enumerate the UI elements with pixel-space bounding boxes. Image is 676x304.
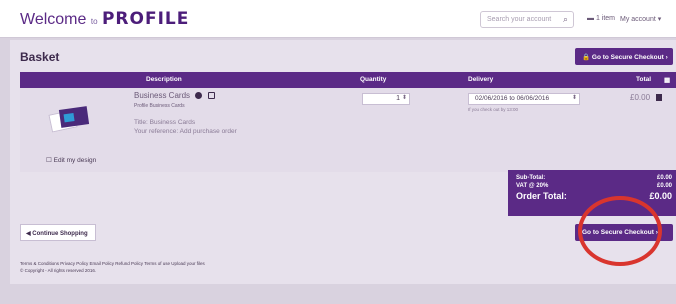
checkout-button-top[interactable]: 🔒 Go to Secure Checkout › <box>575 48 673 65</box>
copy-icon[interactable] <box>207 92 215 99</box>
vat-value: £0.00 <box>656 183 672 189</box>
line-total-value: £0.00 <box>630 93 651 102</box>
top-bar: Welcome to PROFILE Search your account ⌕… <box>0 0 676 38</box>
edit-design-label: Edit my design <box>53 157 97 164</box>
search-input[interactable]: Search your account ⌕ <box>480 11 574 28</box>
arrow-right-icon: › <box>665 54 668 61</box>
brand-to: to <box>90 17 98 26</box>
spinner-icon[interactable]: ⬍ <box>572 94 577 101</box>
copyright: © Copyright - All rights reserved 2016. <box>20 268 97 273</box>
order-total-label: Order Total: <box>516 191 567 201</box>
quantity-stepper[interactable]: 1 ⬍ <box>362 93 410 105</box>
product-reference-line[interactable]: Your reference: Add purchase order <box>134 128 237 135</box>
account-label: My account <box>620 16 656 23</box>
product-name: Business Cards <box>134 91 215 100</box>
arrow-left-icon: ◀ <box>26 231 31 237</box>
brand-logo[interactable]: Welcome to PROFILE <box>20 9 189 29</box>
product-title-line: Title: Business Cards <box>134 119 196 126</box>
cart-link[interactable]: ▬ 1 item <box>587 15 615 22</box>
delivery-select[interactable]: 02/06/2016 to 06/06/2016 ⬍ <box>468 93 580 105</box>
page-title: Basket <box>20 50 60 64</box>
order-total-value: £0.00 <box>649 191 672 201</box>
cart-icon: ▬ <box>587 15 594 22</box>
edit-icon: ☐ <box>46 157 52 164</box>
line-total: £0.00 <box>630 93 663 102</box>
product-thumbnail <box>48 106 90 136</box>
chevron-down-icon: ▾ <box>657 16 662 23</box>
continue-label: Continue Shopping <box>32 231 88 237</box>
table-row: ☐ Edit my design Business Cards Profile … <box>20 88 676 172</box>
brand-welcome: Welcome <box>20 11 87 28</box>
footer-links[interactable]: Terms & Conditions Privacy Policy Email … <box>20 261 205 266</box>
trash-icon[interactable] <box>656 94 663 101</box>
settings-icon[interactable] <box>195 92 203 99</box>
product-subtitle: Profile Business Cards <box>134 103 185 109</box>
continue-shopping-button[interactable]: ◀ Continue Shopping <box>20 224 96 241</box>
account-menu[interactable]: My account ▾ <box>620 15 661 23</box>
header-delivery: Delivery <box>468 76 494 83</box>
delivery-value: 02/06/2016 to 06/06/2016 <box>475 95 550 102</box>
highlight-circle-annotation <box>578 196 662 266</box>
brand-profile: PROFILE <box>101 9 190 29</box>
delivery-note: If you check out by 13:00 <box>468 107 519 112</box>
calculator-icon: ▦ <box>664 77 671 84</box>
cart-count: 1 item <box>595 15 616 22</box>
table-header: Description Quantity Delivery Total ▦ <box>20 72 676 88</box>
header-total: Total <box>636 76 652 83</box>
search-icon[interactable]: ⌕ <box>563 14 568 25</box>
lock-icon: 🔒 <box>582 54 591 61</box>
checkout-top-label: Go to Secure Checkout <box>591 54 664 61</box>
basket-panel: Basket 🔒 Go to Secure Checkout › Descrip… <box>10 40 676 284</box>
header-quantity: Quantity <box>360 76 387 83</box>
subtotal-value: £0.00 <box>656 175 672 181</box>
spinner-icon[interactable]: ⬍ <box>402 94 407 101</box>
edit-design-link[interactable]: ☐ Edit my design <box>46 156 96 164</box>
header-description: Description <box>146 76 182 83</box>
search-placeholder: Search your account <box>487 16 552 23</box>
quantity-value: 1 <box>396 95 400 102</box>
subtotal-label: Sub-Total: <box>516 175 546 181</box>
product-name-text: Business Cards <box>134 91 191 100</box>
vat-label: VAT @ 20% <box>516 183 549 189</box>
